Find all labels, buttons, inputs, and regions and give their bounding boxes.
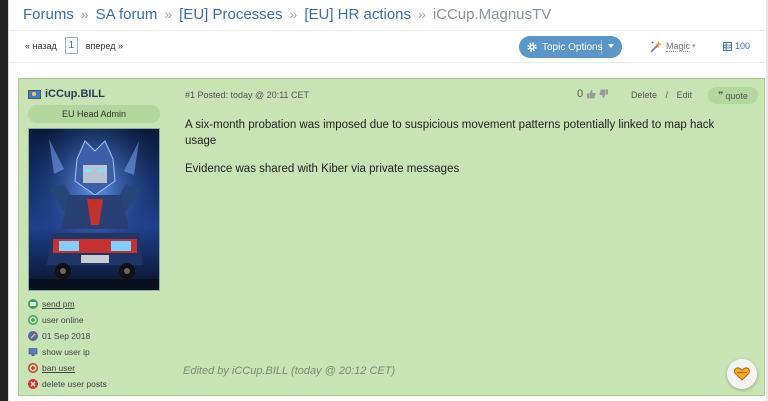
page-number-current[interactable]: 1 — [64, 37, 78, 54]
message-icon — [28, 299, 38, 309]
breadcrumb-current-topic: iCCup.MagnusTV — [432, 5, 552, 23]
monitor-icon — [28, 348, 38, 356]
delete-user-posts-link[interactable]: delete user posts — [42, 379, 107, 389]
country-flag-icon — [28, 89, 41, 99]
breadcrumb-separator: » — [80, 6, 89, 22]
join-date: 01 Sep 2018 — [42, 331, 91, 341]
edited-note: Edited by iCCup.BILL (today @ 20:12 CET) — [183, 365, 396, 377]
magic-menu[interactable]: Magic ▾ — [649, 39, 696, 53]
breadcrumb-eu-hr-actions[interactable]: [EU] HR actions — [304, 6, 411, 23]
breadcrumb-separator: » — [289, 6, 298, 22]
next-page-link[interactable]: вперед » — [86, 41, 123, 51]
quote-button[interactable]: ❞ quote — [708, 87, 758, 104]
show-ip-row[interactable]: show user ip — [28, 344, 160, 360]
online-status-icon — [28, 315, 38, 325]
post-rating: 0 — [577, 88, 609, 100]
author-name-row: iCCup.BILL — [28, 87, 160, 101]
author-name[interactable]: iCCup.BILL — [45, 88, 105, 100]
pagination: « назад 1 вперед » — [25, 37, 123, 54]
reaction-button[interactable] — [727, 359, 757, 389]
user-online-status: user online — [42, 315, 84, 325]
prev-page-link[interactable]: « назад — [25, 41, 57, 51]
delete-icon — [28, 379, 38, 389]
topic-options-label: Topic Options — [542, 41, 603, 53]
breadcrumb-separator: » — [164, 6, 173, 22]
breadcrumb-eu-processes[interactable]: [EU] Processes — [179, 6, 282, 23]
quote-icon: ❞ — [718, 90, 724, 100]
avatar-image — [29, 129, 159, 290]
delete-posts-row[interactable]: delete user posts — [28, 376, 160, 392]
user-actions-list: send pm user online 01 Sep 2018 show use… — [28, 296, 160, 392]
rating-value: 0 — [577, 88, 584, 100]
join-date-row: 01 Sep 2018 — [28, 328, 160, 344]
magic-label: Magic — [666, 40, 691, 52]
action-separator: / — [665, 90, 669, 100]
gear-icon — [527, 42, 537, 52]
thumbs-up-icon[interactable] — [586, 89, 596, 99]
ban-user-link[interactable]: ban user — [42, 363, 75, 373]
topic-options-button[interactable]: Topic Options — [519, 36, 622, 58]
chevron-down-icon — [608, 44, 614, 48]
user-online-row: user online — [28, 312, 160, 328]
calendar-icon — [28, 331, 38, 341]
breadcrumb-forums[interactable]: Forums — [23, 6, 74, 23]
ban-user-row[interactable]: ban user — [28, 360, 160, 376]
magic-wand-icon — [650, 40, 663, 53]
post-author-panel: iCCup.BILL EU Head Admin send pm user on… — [28, 87, 160, 392]
post-paragraph: A six-month probation was imposed due to… — [185, 119, 715, 147]
breadcrumb-separator: » — [418, 6, 426, 22]
forum-page: Forums » SA forum » [EU] Processes » [EU… — [8, 0, 768, 401]
quote-label: quote — [725, 90, 748, 101]
send-pm-link[interactable]: send pm — [42, 299, 75, 309]
chevron-down-icon: ▾ — [692, 43, 696, 50]
delete-post-link[interactable]: Delete — [631, 90, 657, 100]
topic-toolbar: « назад 1 вперед » Topic Options Magic ▾ — [9, 30, 768, 63]
ban-icon — [28, 363, 38, 373]
forum-post: iCCup.BILL EU Head Admin send pm user on… — [18, 78, 765, 396]
topic-count[interactable]: 100 — [723, 41, 750, 51]
post-paragraph: Evidence was shared with Kiber via priva… — [185, 163, 460, 175]
thumbs-down-icon[interactable] — [599, 89, 609, 99]
breadcrumb-sa-forum[interactable]: SA forum — [96, 6, 158, 23]
avatar — [28, 128, 160, 291]
grid-icon — [723, 41, 732, 51]
count-value: 100 — [735, 41, 751, 51]
heart-icon — [734, 367, 750, 381]
show-user-ip-link[interactable]: show user ip — [42, 347, 90, 357]
button-divider — [601, 40, 602, 54]
edit-post-link[interactable]: Edit — [677, 90, 693, 100]
post-actions: Delete / Edit — [631, 90, 692, 100]
breadcrumb: Forums » SA forum » [EU] Processes » [EU… — [23, 5, 551, 23]
author-rank-badge: EU Head Admin — [28, 105, 160, 123]
send-pm-row[interactable]: send pm — [28, 296, 160, 312]
post-body: A six-month probation was imposed due to… — [185, 117, 725, 189]
post-meta: #1 Posted: today @ 20:11 CET — [185, 90, 310, 100]
